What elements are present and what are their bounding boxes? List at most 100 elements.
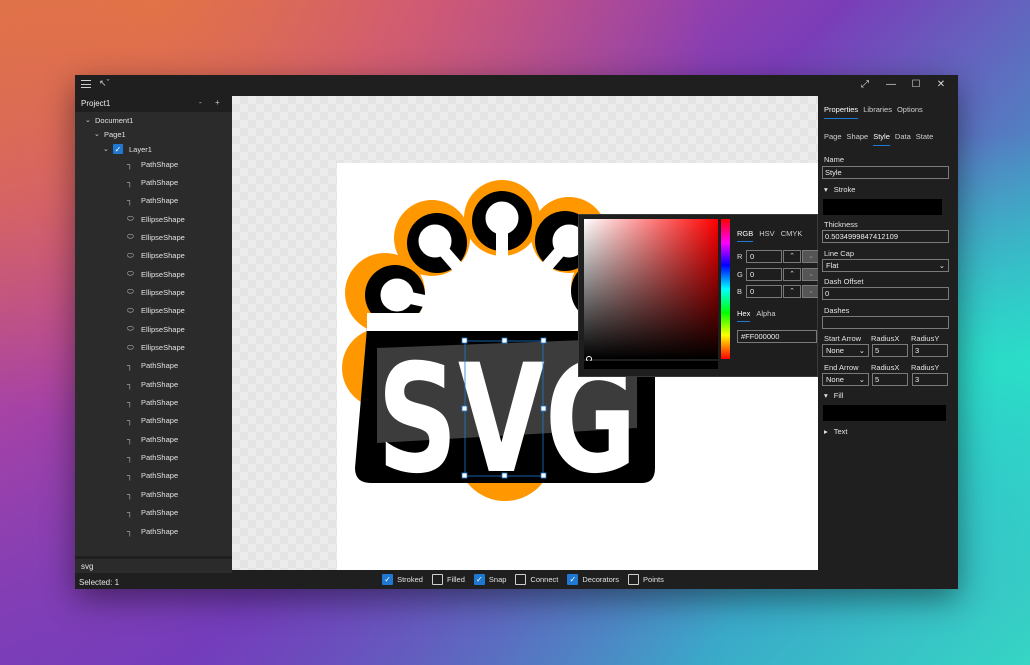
name-input[interactable]: Style <box>822 166 949 179</box>
tab-alpha[interactable]: Alpha <box>756 309 775 322</box>
tab-shape[interactable]: Shape <box>847 132 869 146</box>
chevron-down-icon[interactable]: ▾ <box>824 185 828 194</box>
end-radiusx-input[interactable]: 5 <box>872 373 908 386</box>
fill-section[interactable]: ▾ Fill <box>824 391 843 400</box>
tree-item-shape[interactable]: ⬭ EllipseShape <box>127 303 185 319</box>
option-label: Filled <box>446 575 465 584</box>
start-radiusy-input[interactable]: 3 <box>912 344 948 357</box>
tree-item-shape[interactable]: ⬭ EllipseShape <box>127 266 185 282</box>
chevron-down-icon[interactable]: ⌄ <box>103 145 113 153</box>
maximize-button[interactable]: ☐ <box>904 75 928 93</box>
chevron-down-icon[interactable]: ⌄ <box>85 116 95 124</box>
tree-item-shape[interactable]: ┐ PathShape <box>127 174 178 190</box>
checkbox[interactable] <box>431 574 443 585</box>
option-connect[interactable]: Connect <box>515 574 558 585</box>
path-icon: ┐ <box>127 398 133 408</box>
thickness-input[interactable]: 0.5034999847412109 <box>822 230 949 243</box>
tab-data[interactable]: Data <box>895 132 911 146</box>
close-button[interactable]: ✕ <box>929 75 953 93</box>
properties-panel: Properties Libraries Options Page Shape … <box>818 93 958 589</box>
tree-item-shape[interactable]: ┐ PathShape <box>127 486 178 502</box>
tab-cmyk[interactable]: CMYK <box>781 229 803 242</box>
filter-input[interactable]: svg <box>75 559 232 573</box>
tree-item-shape[interactable]: ┐ PathShape <box>127 413 178 429</box>
tab-hsv[interactable]: HSV <box>759 229 774 242</box>
checkbox[interactable]: ✓ <box>473 574 485 585</box>
path-icon: ┐ <box>127 159 133 169</box>
tree-item-shape[interactable]: ┐ PathShape <box>127 358 178 374</box>
tab-libraries[interactable]: Libraries <box>863 105 892 119</box>
tab-page[interactable]: Page <box>824 132 842 146</box>
chevron-right-icon[interactable]: ▸ <box>824 427 828 436</box>
option-filled[interactable]: Filled <box>431 574 465 585</box>
tree-item-shape[interactable]: ┐ PathShape <box>127 395 178 411</box>
add-document-button[interactable]: + <box>215 98 220 107</box>
fullscreen-icon[interactable]: ⤢ <box>853 75 877 93</box>
tab-hex[interactable]: Hex <box>737 309 751 322</box>
stroke-section[interactable]: ▾ Stroke <box>824 185 855 194</box>
tree-item-shape[interactable]: ┐ PathShape <box>127 505 178 521</box>
chevron-down-icon[interactable]: ⌄ <box>94 130 104 138</box>
end-radiusy-input[interactable]: 3 <box>912 373 948 386</box>
blue-input[interactable]: 0 <box>746 284 782 298</box>
checkbox[interactable] <box>628 574 640 585</box>
hamburger-menu-icon[interactable] <box>81 80 91 88</box>
tree-item-shape[interactable]: ┐ PathShape <box>127 431 178 447</box>
option-decorators[interactable]: ✓ Decorators <box>567 574 619 585</box>
minimize-button[interactable]: — <box>879 75 903 93</box>
remove-document-button[interactable]: - <box>199 98 202 107</box>
dashes-input[interactable] <box>822 316 949 329</box>
dash-offset-input[interactable]: 0 <box>822 287 949 300</box>
checkbox[interactable]: ✓ <box>382 574 394 585</box>
end-arrow-select[interactable]: None ⌄ <box>822 373 869 386</box>
tree-item-label: PathShape <box>141 379 179 389</box>
start-radiusx-input[interactable]: 5 <box>872 344 908 357</box>
tree-item-shape[interactable]: ⬭ EllipseShape <box>127 229 185 245</box>
tree-item-shape[interactable]: ⬭ EllipseShape <box>127 248 185 264</box>
tree-item-shape[interactable]: ┐ PathShape <box>127 468 178 484</box>
blue-increment-icon[interactable]: ⌃ <box>783 284 801 298</box>
name-label: Name <box>824 155 845 164</box>
path-icon: ┐ <box>127 453 133 463</box>
red-label: R <box>737 251 743 261</box>
tab-properties[interactable]: Properties <box>824 105 859 119</box>
option-points[interactable]: Points <box>628 574 664 585</box>
tree-item-shape[interactable]: ┐ PathShape <box>127 156 178 172</box>
tab-style[interactable]: Style <box>873 132 890 146</box>
tree-item-shape[interactable]: ┐ PathShape <box>127 376 178 392</box>
tree-item-shape[interactable]: ┐ PathShape <box>127 450 178 466</box>
start-arrow-select[interactable]: None ⌄ <box>822 344 869 357</box>
tab-options[interactable]: Options <box>897 105 923 119</box>
green-input[interactable]: 0 <box>746 267 782 281</box>
property-subtabs: Page Shape Style Data State <box>824 132 933 146</box>
green-increment-icon[interactable]: ⌃ <box>783 267 801 281</box>
line-cap-select[interactable]: Flat ⌄ <box>822 259 949 272</box>
hex-input[interactable]: #FF000000 <box>737 330 817 343</box>
hue-slider[interactable] <box>721 219 730 359</box>
tree-item-shape[interactable]: ⬭ EllipseShape <box>127 340 185 356</box>
option-stroked[interactable]: ✓ Stroked <box>382 574 423 585</box>
ellipse-icon: ⬭ <box>127 214 134 224</box>
fill-color-swatch[interactable] <box>823 405 946 421</box>
tree-item-shape[interactable]: ┐ PathShape <box>127 193 178 209</box>
tree-item-shape[interactable]: ┐ PathShape <box>127 523 178 539</box>
chevron-down-icon[interactable]: ▾ <box>824 391 828 400</box>
tree-item-shape[interactable]: ⬭ EllipseShape <box>127 284 185 300</box>
tab-rgb[interactable]: RGB <box>737 229 754 242</box>
tree-item-shape[interactable]: ⬭ EllipseShape <box>127 211 185 227</box>
pointer-tool-icon[interactable]: ↖ˇ <box>99 78 110 89</box>
stroke-color-swatch[interactable] <box>823 199 942 215</box>
tab-state[interactable]: State <box>916 132 934 146</box>
option-snap[interactable]: ✓ Snap <box>473 574 506 585</box>
ellipse-icon: ⬭ <box>127 232 134 242</box>
tree-item-page[interactable]: ⌄ Page1 <box>94 126 126 142</box>
red-increment-icon[interactable]: ⌃ <box>783 249 801 263</box>
layer-visible-checkbox[interactable]: ✓ <box>113 144 123 154</box>
red-input[interactable]: 0 <box>746 249 782 263</box>
checkbox[interactable]: ✓ <box>567 574 579 585</box>
tree-item-layer[interactable]: ⌄ ✓ Layer1 <box>103 141 152 157</box>
tree-item-shape[interactable]: ⬭ EllipseShape <box>127 321 185 337</box>
text-section[interactable]: ▸ Text <box>824 427 848 436</box>
checkbox[interactable] <box>515 574 527 585</box>
saturation-area[interactable] <box>584 219 718 362</box>
